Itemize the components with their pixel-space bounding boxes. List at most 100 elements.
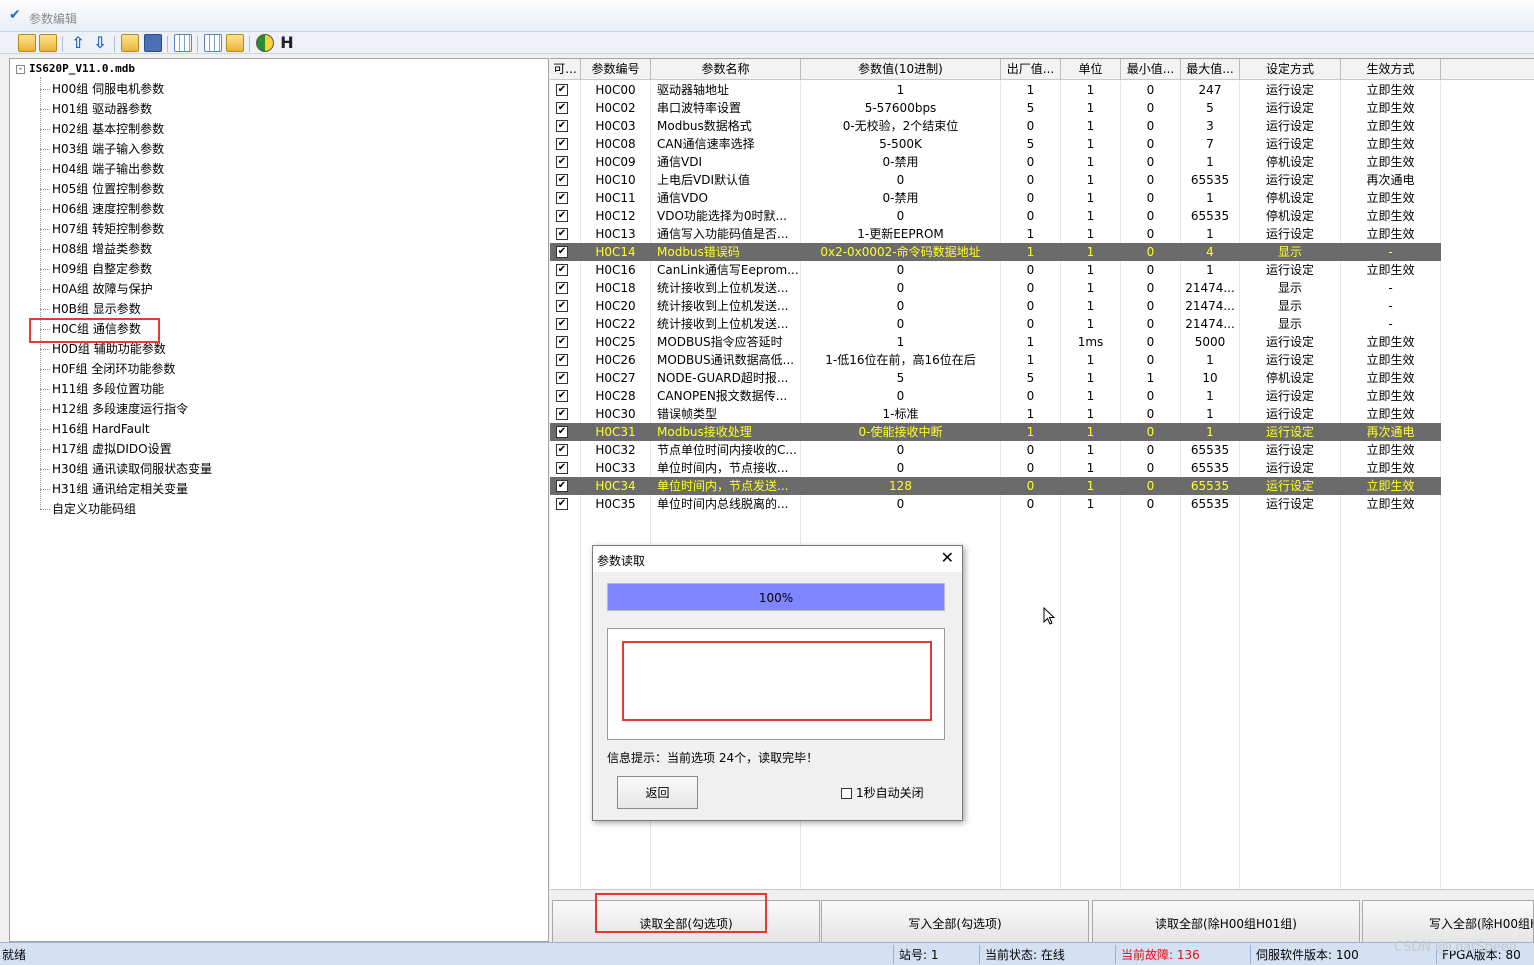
- write-all-except-button[interactable]: 写入全部(除H00组H0: [1362, 900, 1534, 944]
- row-checkbox[interactable]: ✔: [556, 210, 568, 222]
- new-folder-icon[interactable]: [39, 34, 57, 52]
- row-checkbox-cell[interactable]: ✔: [550, 297, 580, 315]
- tree-item[interactable]: H30组 通讯读取伺服状态变量: [40, 459, 212, 479]
- row-checkbox-cell[interactable]: ✔: [550, 279, 580, 297]
- tree-root[interactable]: - IS620P_V11.0.mdb: [16, 62, 135, 75]
- table-row[interactable]: ✔ H0C13 通信写入功能码值是否... 1-更新EEPROM 1 1 0 1 运行设定 立即生…: [550, 225, 1441, 243]
- table-row[interactable]: ✔ H0C02 串口波特率设置 5-57600bps 5 1 0 5 运行设定 立即生效: [550, 99, 1441, 117]
- tree-item[interactable]: H17组 虚拟DIDO设置: [40, 439, 172, 459]
- row-checkbox[interactable]: ✔: [556, 372, 568, 384]
- tree-item[interactable]: H07组 转矩控制参数: [40, 219, 164, 239]
- row-checkbox[interactable]: ✔: [556, 102, 568, 114]
- row-checkbox-cell[interactable]: ✔: [550, 315, 580, 333]
- tree-item[interactable]: H0F组 全闭环功能参数: [40, 359, 175, 379]
- h-button[interactable]: H: [278, 34, 296, 52]
- status-toggle-icon[interactable]: [256, 34, 274, 52]
- table-row[interactable]: ✔ H0C12 VDO功能选择为0时默... 0 0 1 0 65535 停机设定 立即生效: [550, 207, 1441, 225]
- row-checkbox-cell[interactable]: ✔: [550, 243, 580, 261]
- tree-item[interactable]: H31组 通讯给定相关变量: [40, 479, 188, 499]
- column-header[interactable]: 参数值(10进制): [801, 59, 1001, 80]
- row-checkbox[interactable]: ✔: [556, 282, 568, 294]
- row-checkbox-cell[interactable]: ✔: [550, 117, 580, 135]
- row-checkbox-cell[interactable]: ✔: [550, 153, 580, 171]
- table-row[interactable]: ✔ H0C14 Modbus错误码 0x2-0x0002-命令码数据地址 1 1 0 4 显示 -: [550, 243, 1441, 261]
- tree-item[interactable]: H09组 自整定参数: [40, 259, 152, 279]
- tree-item[interactable]: H00组 伺服电机参数: [40, 79, 164, 99]
- table-row[interactable]: ✔ H0C35 单位时间内总线脱离的... 0 0 1 0 65535 运行设定 立即生效: [550, 495, 1441, 513]
- table-row[interactable]: ✔ H0C20 统计接收到上位机发送... 0 0 1 0 21474... 显示 -: [550, 297, 1441, 315]
- row-checkbox[interactable]: ✔: [556, 192, 568, 204]
- edit-table-icon[interactable]: [174, 34, 192, 52]
- tree-item[interactable]: 自定义功能码组: [40, 499, 136, 519]
- row-checkbox[interactable]: ✔: [556, 498, 568, 510]
- tree-item[interactable]: H16组 HardFault: [40, 419, 150, 439]
- write-all-checked-button[interactable]: 写入全部(勾选项): [821, 900, 1089, 944]
- row-checkbox[interactable]: ✔: [556, 264, 568, 276]
- row-checkbox-cell[interactable]: ✔: [550, 405, 580, 423]
- column-header[interactable]: 最大值...: [1181, 59, 1240, 80]
- new-file-icon[interactable]: [18, 34, 36, 52]
- table-row[interactable]: ✔ H0C09 通信VDI 0-禁用 0 1 0 1 停机设定 立即生效: [550, 153, 1441, 171]
- user-config-icon[interactable]: [226, 34, 244, 52]
- open-folder-icon[interactable]: [121, 34, 139, 52]
- column-header[interactable]: 单位: [1061, 59, 1121, 80]
- auto-close-checkbox[interactable]: 1秒自动关闭: [841, 784, 924, 801]
- row-checkbox-cell[interactable]: ✔: [550, 333, 580, 351]
- collapse-icon[interactable]: -: [16, 64, 25, 74]
- tree-item[interactable]: H11组 多段位置功能: [40, 379, 164, 399]
- row-checkbox-cell[interactable]: ✔: [550, 171, 580, 189]
- column-header[interactable]: 参数编号: [581, 59, 651, 80]
- row-checkbox[interactable]: ✔: [556, 480, 568, 492]
- row-checkbox-cell[interactable]: ✔: [550, 477, 580, 495]
- move-up-icon[interactable]: ⇧: [69, 34, 87, 52]
- row-checkbox-cell[interactable]: ✔: [550, 135, 580, 153]
- table-row[interactable]: ✔ H0C10 上电后VDI默认值 0 0 1 0 65535 运行设定 再次通电: [550, 171, 1441, 189]
- back-button[interactable]: 返回: [617, 776, 698, 809]
- tree-item[interactable]: H12组 多段速度运行指令: [40, 399, 188, 419]
- row-checkbox-cell[interactable]: ✔: [550, 423, 580, 441]
- tree-item[interactable]: H0A组 故障与保护: [40, 279, 153, 299]
- row-checkbox[interactable]: ✔: [556, 246, 568, 258]
- tree-item[interactable]: H0B组 显示参数: [40, 299, 141, 319]
- row-checkbox[interactable]: ✔: [556, 462, 568, 474]
- row-checkbox[interactable]: ✔: [556, 174, 568, 186]
- table-row[interactable]: ✔ H0C31 Modbus接收处理 0-使能接收中断 1 1 0 1 运行设定 再次通电: [550, 423, 1441, 441]
- row-checkbox-cell[interactable]: ✔: [550, 99, 580, 117]
- row-checkbox[interactable]: ✔: [556, 336, 568, 348]
- row-checkbox[interactable]: ✔: [556, 228, 568, 240]
- column-header[interactable]: 参数名称: [651, 59, 801, 80]
- table-row[interactable]: ✔ H0C28 CANOPEN报文数据传... 0 0 1 0 1 运行设定 立即生效: [550, 387, 1441, 405]
- table-row[interactable]: ✔ H0C32 节点单位时间内接收的C... 0 0 1 0 65535 运行设定 立即生效: [550, 441, 1441, 459]
- row-checkbox[interactable]: ✔: [556, 426, 568, 438]
- row-checkbox-cell[interactable]: ✔: [550, 225, 580, 243]
- row-checkbox-cell[interactable]: ✔: [550, 459, 580, 477]
- column-header[interactable]: 出厂值...: [1001, 59, 1061, 80]
- checkbox-icon[interactable]: [841, 788, 852, 799]
- row-checkbox[interactable]: ✔: [556, 84, 568, 96]
- row-checkbox[interactable]: ✔: [556, 138, 568, 150]
- row-checkbox-cell[interactable]: ✔: [550, 369, 580, 387]
- tree-item[interactable]: H06组 速度控制参数: [40, 199, 164, 219]
- row-checkbox[interactable]: ✔: [556, 318, 568, 330]
- row-checkbox-cell[interactable]: ✔: [550, 207, 580, 225]
- table-row[interactable]: ✔ H0C08 CAN通信速率选择 5-500K 5 1 0 7 运行设定 立即生效: [550, 135, 1441, 153]
- tree-item[interactable]: H08组 增益类参数: [40, 239, 152, 259]
- row-checkbox-cell[interactable]: ✔: [550, 351, 580, 369]
- table-row[interactable]: ✔ H0C18 统计接收到上位机发送... 0 0 1 0 21474... 显示 -: [550, 279, 1441, 297]
- read-all-except-button[interactable]: 读取全部(除H00组H01组): [1092, 900, 1360, 944]
- row-checkbox-cell[interactable]: ✔: [550, 189, 580, 207]
- row-checkbox-cell[interactable]: ✔: [550, 81, 580, 99]
- table-row[interactable]: ✔ H0C27 NODE-GUARD超时报... 5 5 1 1 10 停机设定 立即生效: [550, 369, 1441, 387]
- row-checkbox[interactable]: ✔: [556, 120, 568, 132]
- column-header[interactable]: 可...: [550, 59, 581, 80]
- column-header[interactable]: 生效方式: [1341, 59, 1441, 80]
- close-icon[interactable]: ✕: [941, 549, 954, 567]
- table-row[interactable]: ✔ H0C00 驱动器轴地址 1 1 1 0 247 运行设定 立即生效: [550, 81, 1441, 99]
- table-row[interactable]: ✔ H0C03 Modbus数据格式 0-无校验，2个结束位 0 1 0 3 运行设定 立即生效: [550, 117, 1441, 135]
- row-checkbox[interactable]: ✔: [556, 300, 568, 312]
- row-checkbox[interactable]: ✔: [556, 390, 568, 402]
- row-checkbox[interactable]: ✔: [556, 408, 568, 420]
- column-header[interactable]: 设定方式: [1240, 59, 1341, 80]
- row-checkbox-cell[interactable]: ✔: [550, 495, 580, 513]
- table-row[interactable]: ✔ H0C11 通信VDO 0-禁用 0 1 0 1 停机设定 立即生效: [550, 189, 1441, 207]
